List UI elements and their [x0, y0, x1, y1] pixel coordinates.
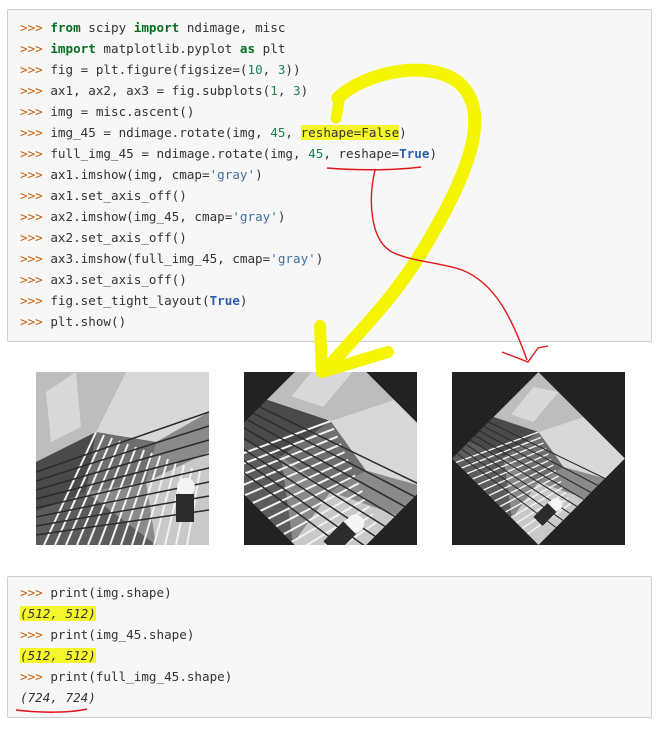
- keyword: import: [50, 41, 96, 56]
- code-text: ax3.imshow(full_img_45, cmap=: [50, 251, 271, 266]
- rotated-45-reshape-image: [452, 372, 625, 545]
- code-text: ): [315, 251, 324, 266]
- prompt-marker: >>>: [20, 104, 51, 119]
- number-literal: 10: [247, 62, 263, 77]
- string-literal: 'gray': [209, 167, 256, 182]
- code-line: >>> plt.show(): [20, 311, 126, 332]
- keyword: from: [50, 20, 81, 35]
- code-text: ): [429, 146, 438, 161]
- original-image-panel: [36, 372, 209, 545]
- highlighted-output: (512, 512): [20, 606, 96, 621]
- code-line: >>> print(img.shape): [20, 582, 172, 603]
- code-text: scipy: [80, 20, 134, 35]
- number-literal: 45: [270, 125, 286, 140]
- code-line: (512, 512): [20, 603, 96, 624]
- code-line: >>> from scipy import ndimage, misc: [20, 17, 285, 38]
- code-line: >>> ax1.set_axis_off(): [20, 185, 187, 206]
- code-text: ): [399, 125, 407, 140]
- prompt-marker: >>>: [20, 125, 51, 140]
- code-text: ax1.set_axis_off(): [50, 188, 187, 203]
- code-line: >>> ax1, ax2, ax3 = fig.subplots(1, 3): [20, 80, 308, 101]
- prompt-marker: >>>: [20, 209, 51, 224]
- keyword-constant: True: [209, 293, 240, 308]
- original-ascent-image: [36, 372, 209, 545]
- prompt-marker: >>>: [20, 188, 51, 203]
- code-text: )): [285, 62, 301, 77]
- keyword-constant: True: [399, 146, 430, 161]
- prompt-marker: >>>: [20, 272, 51, 287]
- highlighted-argument: reshape=False: [300, 125, 400, 140]
- code-line: >>> ax2.set_axis_off(): [20, 227, 187, 248]
- number-literal: 3: [293, 83, 301, 98]
- red-arrow-head: [501, 345, 549, 363]
- code-block-output: >>> print(img.shape) (512, 512) >>> print(…: [7, 576, 652, 718]
- code-line: >>> fig.set_tight_layout(True): [20, 290, 248, 311]
- code-line: >>> import matplotlib.pyplot as plt: [20, 38, 285, 59]
- prompt-marker: >>>: [20, 293, 51, 308]
- full-rotated-image-panel: [452, 372, 625, 545]
- prompt-marker: >>>: [20, 20, 51, 35]
- prompt-marker: >>>: [20, 167, 51, 182]
- code-text: fig = plt.figure(figsize=(: [50, 62, 248, 77]
- code-text: plt: [255, 41, 286, 56]
- code-text: ): [277, 209, 286, 224]
- code-text: ndimage, misc: [179, 20, 286, 35]
- code-line: >>> ax1.imshow(img, cmap='gray'): [20, 164, 263, 185]
- code-text: ,: [262, 62, 278, 77]
- code-line: >>> ax3.imshow(full_img_45, cmap='gray'): [20, 248, 323, 269]
- code-text: img_45 = ndimage.rotate(img,: [50, 125, 271, 140]
- code-text: print(img.shape): [50, 585, 172, 600]
- code-text: ): [255, 167, 263, 182]
- code-text: plt.show(): [50, 314, 127, 329]
- output-value: (724, 724): [20, 690, 96, 705]
- code-text: ): [300, 83, 309, 98]
- code-text: print(img_45.shape): [50, 627, 195, 642]
- code-text: ax2.imshow(img_45, cmap=: [50, 209, 233, 224]
- code-text: ax2.set_axis_off(): [50, 230, 187, 245]
- number-literal: 45: [308, 146, 324, 161]
- prompt-marker: >>>: [20, 669, 51, 684]
- code-text: full_img_45 = ndimage.rotate(img,: [50, 146, 309, 161]
- string-literal: 'gray': [270, 251, 316, 266]
- code-line: (512, 512): [20, 645, 96, 666]
- prompt-marker: >>>: [20, 62, 51, 77]
- highlighted-output: (512, 512): [20, 648, 96, 663]
- prompt-marker: >>>: [20, 41, 51, 56]
- code-text: img = misc.ascent(): [50, 104, 195, 119]
- code-line: (724, 724): [20, 687, 96, 708]
- code-text: ): [239, 293, 248, 308]
- prompt-marker: >>>: [20, 251, 51, 266]
- code-text: , reshape=: [323, 146, 400, 161]
- prompt-marker: >>>: [20, 146, 51, 161]
- code-text: ,: [277, 83, 293, 98]
- code-line: >>> full_img_45 = ndimage.rotate(img, 45…: [20, 143, 437, 164]
- code-line: >>> ax2.imshow(img_45, cmap='gray'): [20, 206, 285, 227]
- keyword: import: [133, 20, 180, 35]
- code-text: fig.set_tight_layout(: [50, 293, 210, 308]
- code-line: >>> img_45 = ndimage.rotate(img, 45, res…: [20, 122, 407, 143]
- code-text: ,: [285, 125, 301, 140]
- code-line: >>> fig = plt.figure(figsize=(10, 3)): [20, 59, 301, 80]
- code-block-main: >>> from scipy import ndimage, misc >>> i…: [7, 9, 652, 342]
- rotated-image-panel: [244, 372, 417, 545]
- code-text: ax1, ax2, ax3 = fig.subplots(: [50, 83, 271, 98]
- code-text: print(full_img_45.shape): [50, 669, 233, 684]
- prompt-marker: >>>: [20, 83, 51, 98]
- code-text: ax3.set_axis_off(): [50, 272, 187, 287]
- prompt-marker: >>>: [20, 585, 51, 600]
- code-line: >>> print(img_45.shape): [20, 624, 194, 645]
- code-text: ax1.imshow(img, cmap=: [50, 167, 210, 182]
- code-text: matplotlib.pyplot: [95, 41, 240, 56]
- keyword: as: [239, 41, 256, 56]
- number-literal: 1: [270, 83, 278, 98]
- prompt-marker: >>>: [20, 627, 51, 642]
- code-line: >>> ax3.set_axis_off(): [20, 269, 187, 290]
- code-line: >>> img = misc.ascent(): [20, 101, 194, 122]
- rotated-45-no-reshape-image: [244, 372, 417, 545]
- string-literal: 'gray': [232, 209, 278, 224]
- prompt-marker: >>>: [20, 314, 51, 329]
- prompt-marker: >>>: [20, 230, 51, 245]
- code-line: >>> print(full_img_45.shape): [20, 666, 232, 687]
